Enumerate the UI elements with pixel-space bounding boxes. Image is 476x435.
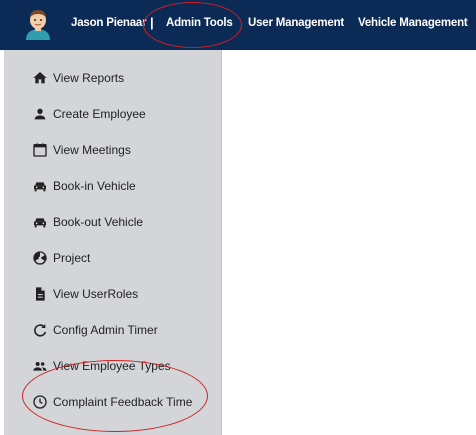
sidebar-item-label: Config Admin Timer: [53, 323, 158, 337]
user-name[interactable]: Jason Pienaar: [71, 17, 147, 29]
sidebar-item-view-meetings[interactable]: View Meetings: [4, 138, 221, 162]
nav-admin-tools[interactable]: Admin Tools: [166, 17, 233, 29]
sidebar-item-label: View Employee Types: [53, 359, 171, 373]
sidebar-item-label: Book-out Vehicle: [53, 215, 144, 229]
sidebar-item-label: Project: [53, 251, 91, 265]
sidebar-item-label: Complaint Feedback Time: [53, 395, 193, 409]
sidebar-item-project[interactable]: Project: [4, 246, 221, 270]
sidebar-item-book-out-vehicle[interactable]: Book-out Vehicle: [4, 210, 221, 234]
sidebar-item-book-in-vehicle[interactable]: Book-in Vehicle: [4, 174, 221, 198]
sidebar-item-label: View Meetings: [53, 143, 131, 157]
sidebar-item-view-userroles[interactable]: View UserRoles: [4, 282, 221, 306]
nav-separator: |: [150, 15, 154, 30]
person-icon: [31, 105, 49, 123]
main-content-area: [222, 50, 476, 435]
sidebar-menu: View Reports Create Employee View Meetin…: [4, 50, 222, 435]
nav-vehicle-management[interactable]: Vehicle Management: [358, 17, 468, 29]
sidebar-item-view-employee-types[interactable]: View Employee Types: [4, 354, 221, 378]
calendar-icon: [31, 141, 49, 159]
document-icon: [31, 285, 49, 303]
car-icon: [31, 213, 49, 231]
sidebar-item-label: View UserRoles: [53, 287, 139, 301]
sidebar-item-config-admin-timer[interactable]: Config Admin Timer: [4, 318, 221, 342]
sidebar-item-complaint-feedback-time[interactable]: Complaint Feedback Time: [4, 390, 221, 414]
refresh-icon: [31, 321, 49, 339]
sidebar-item-create-employee[interactable]: Create Employee: [4, 102, 221, 126]
sidebar-item-label: Create Employee: [53, 107, 146, 121]
nav-user-management[interactable]: User Management: [248, 17, 344, 29]
top-navigation-bar: Jason Pienaar | Admin Tools User Managem…: [0, 0, 476, 50]
sidebar-item-label: View Reports: [53, 71, 125, 85]
avatar[interactable]: [24, 8, 52, 40]
people-icon: [31, 357, 49, 375]
radiation-icon: [31, 249, 49, 267]
home-icon: [31, 69, 49, 87]
car-icon: [31, 177, 49, 195]
clock-icon: [31, 393, 49, 411]
sidebar-item-label: Book-in Vehicle: [53, 179, 136, 193]
sidebar-item-view-reports[interactable]: View Reports: [4, 66, 221, 90]
